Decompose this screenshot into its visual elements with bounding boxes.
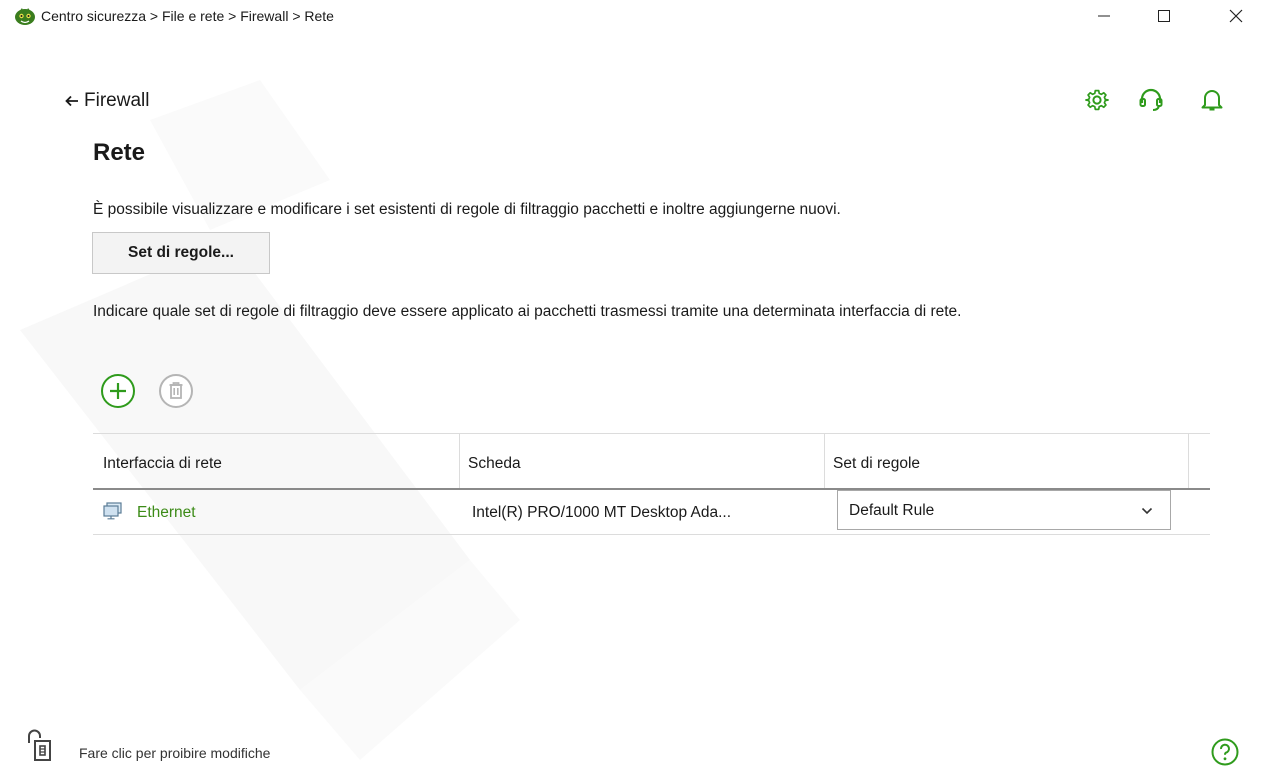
- minimize-icon: [1098, 15, 1110, 17]
- column-header-adapter[interactable]: Scheda: [468, 455, 521, 473]
- row-bottom-border: [93, 534, 1210, 535]
- window-title: Centro sicurezza > File e rete > Firewal…: [41, 8, 334, 24]
- support-button[interactable]: [1137, 86, 1165, 114]
- ruleset-value: Default Rule: [849, 502, 935, 519]
- page-title: Rete: [93, 139, 146, 166]
- support-headset-icon: [1139, 88, 1163, 111]
- column-header-interface[interactable]: Interfaccia di rete: [103, 455, 222, 473]
- monitor-icon: [103, 502, 122, 520]
- window-titlebar: Centro sicurezza > File e rete > Firewal…: [0, 0, 1267, 32]
- column-divider: [1188, 433, 1189, 489]
- close-icon: [1229, 9, 1243, 23]
- ruleset-select[interactable]: Default Rule: [837, 490, 1171, 530]
- back-link-firewall[interactable]: Firewall: [65, 90, 149, 112]
- arrow-left-icon: [65, 95, 78, 107]
- lock-hint-text[interactable]: Fare clic per proibire modifiche: [79, 745, 270, 761]
- delete-trash-icon[interactable]: [158, 373, 194, 409]
- app-logo-icon: [15, 8, 35, 25]
- adapter-name: Intel(R) PRO/1000 MT Desktop Ada...: [472, 504, 732, 521]
- bell-icon: [1201, 90, 1223, 111]
- unlocked-lock-icon[interactable]: [26, 727, 54, 761]
- interfaces-table: Interfaccia di rete Scheda Set di regole…: [93, 433, 1210, 535]
- gear-icon: [1085, 89, 1109, 111]
- maximize-icon: [1158, 10, 1170, 22]
- interface-instruction: Indicare quale set di regole di filtragg…: [93, 303, 962, 320]
- notifications-button[interactable]: [1198, 86, 1226, 114]
- help-icon[interactable]: [1210, 737, 1240, 767]
- column-header-ruleset[interactable]: Set di regole: [833, 455, 920, 473]
- interface-name[interactable]: Ethernet: [137, 504, 196, 522]
- rule-sets-button[interactable]: Set di regole...: [92, 232, 270, 274]
- chevron-down-icon: [1141, 507, 1153, 515]
- table-top-border: [93, 433, 1210, 434]
- back-link-label: Firewall: [84, 90, 150, 111]
- page-description: È possibile visualizzare e modificare i …: [93, 201, 841, 218]
- settings-button[interactable]: [1083, 86, 1111, 114]
- close-button[interactable]: [1213, 0, 1259, 32]
- minimize-button[interactable]: [1081, 0, 1127, 32]
- column-divider: [459, 433, 460, 489]
- column-divider: [824, 433, 825, 489]
- maximize-button[interactable]: [1141, 0, 1187, 32]
- add-plus-icon[interactable]: [100, 373, 136, 409]
